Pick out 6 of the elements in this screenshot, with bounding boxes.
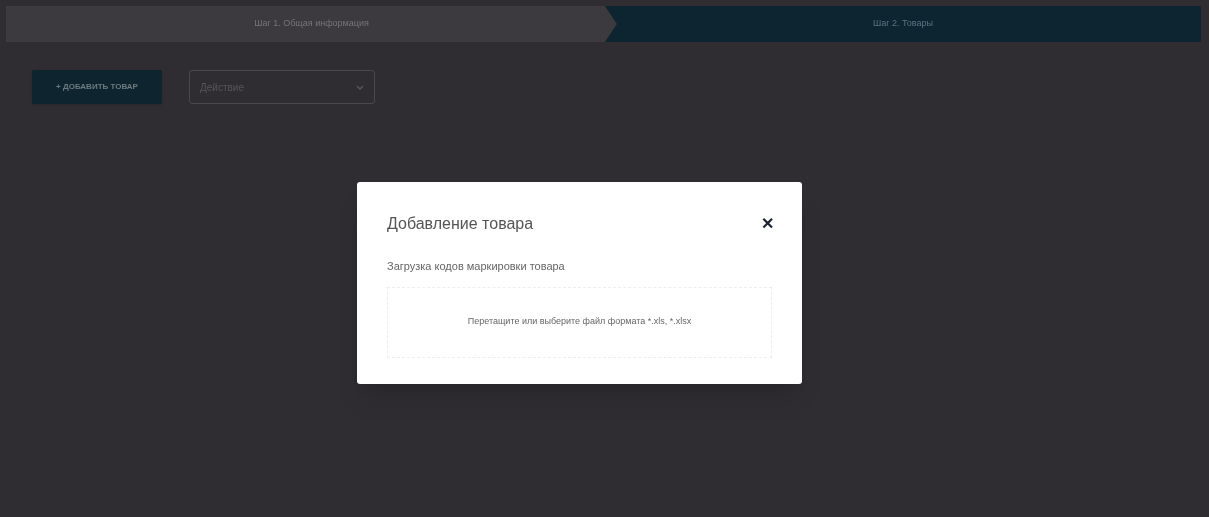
modal-title: Добавление товара xyxy=(387,214,534,234)
step-tab[interactable]: Шаг 2. Товары xyxy=(605,6,1201,42)
file-dropzone[interactable]: Перетащите или выберите файл формата *.xls, *.xlsx xyxy=(387,286,772,358)
modal-subtitle: Загрузка кодов маркировки товара xyxy=(387,259,566,274)
add-product-button[interactable]: + ДОБАВИТЬ ТОВАР xyxy=(32,70,162,104)
chevron-down-icon xyxy=(356,84,364,90)
